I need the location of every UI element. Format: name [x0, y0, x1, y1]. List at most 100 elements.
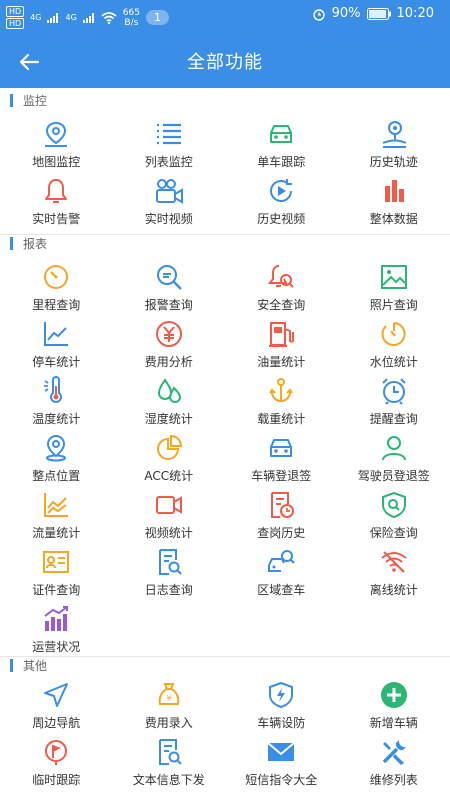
function-label: 离线统计 — [369, 583, 418, 597]
function-label: 视频统计 — [144, 526, 193, 540]
battery-percent: 90% — [331, 6, 361, 21]
function-item[interactable]: 流量统计 — [0, 487, 113, 544]
function-item[interactable]: 视频统计 — [113, 487, 226, 544]
function-item[interactable]: 离线统计 — [338, 544, 450, 601]
status-bar: HD HD 4G 4G 665 B/s 1 90% 10:20 — [0, 0, 450, 32]
function-label: 载重统计 — [257, 412, 306, 426]
bar-chart-icon — [384, 180, 404, 202]
function-item[interactable]: 油量统计 — [225, 316, 338, 373]
thermometer-icon — [44, 376, 63, 403]
function-label: 保险查询 — [369, 526, 418, 540]
function-item[interactable]: 费用分析 — [113, 316, 226, 373]
function-label: 查岗历史 — [257, 526, 306, 540]
battery-icon — [366, 7, 391, 20]
function-item[interactable]: 历史视频 — [225, 173, 338, 230]
function-item[interactable]: 周边导航 — [0, 677, 113, 734]
doc-search-icon — [158, 739, 182, 765]
anchor-icon — [269, 378, 294, 402]
function-item[interactable]: 水位统计 — [338, 316, 450, 373]
function-label: 文本信息下发 — [132, 773, 205, 787]
function-item[interactable]: 驾驶员登退签 — [338, 430, 450, 487]
function-item[interactable]: 报警查询 — [113, 259, 226, 316]
video-icon — [155, 496, 182, 514]
function-label: 温度统计 — [32, 412, 81, 426]
flag-pin-icon — [45, 740, 68, 765]
car-icon — [270, 439, 293, 457]
function-item[interactable]: 提醒查询 — [338, 373, 450, 430]
speed-indicator: 665 B/s — [123, 8, 140, 28]
network-type: 4G — [30, 13, 42, 22]
user-icon — [381, 436, 406, 461]
function-item[interactable]: 地图监控 — [0, 116, 113, 173]
function-item[interactable]: 整体数据 — [338, 173, 450, 230]
function-item[interactable]: 里程查询 — [0, 259, 113, 316]
search-icon — [156, 265, 182, 290]
function-label: 报警查询 — [144, 298, 193, 312]
function-item[interactable]: 查岗历史 — [225, 487, 338, 544]
function-label: 费用分析 — [144, 355, 193, 369]
bell-icon — [45, 179, 68, 203]
function-item[interactable]: 区域查车 — [225, 544, 338, 601]
speed-value: 665 — [122, 7, 140, 18]
notification-badge[interactable]: 1 — [145, 10, 169, 25]
function-item[interactable]: 车辆设防 — [225, 677, 338, 734]
function-label: 驾驶员登退签 — [357, 469, 430, 483]
function-item[interactable]: 证件查询 — [0, 544, 113, 601]
function-label: 车辆设防 — [257, 716, 306, 730]
function-item[interactable]: ACC统计 — [113, 430, 226, 487]
function-item[interactable]: 温度统计 — [0, 373, 113, 430]
function-item[interactable]: 短信指令大全 — [225, 734, 338, 791]
function-item[interactable]: 列表监控 — [113, 116, 226, 173]
line-chart-icon — [44, 322, 69, 346]
function-item[interactable]: 单车跟踪 — [225, 116, 338, 173]
alarm-clock-icon — [312, 8, 325, 21]
function-label: 里程查询 — [32, 298, 81, 312]
function-item[interactable]: 车辆登退签 — [225, 430, 338, 487]
function-item[interactable]: 实时告警 — [0, 173, 113, 230]
signal-icon — [82, 12, 95, 23]
function-label: 湿度统计 — [144, 412, 193, 426]
function-item[interactable]: 安全查询 — [225, 259, 338, 316]
function-list: 监控 地图监控 列表监控 单车跟踪 历史轨迹 实时告警 实时视频 历史视频 整体数据 报表 里… — [0, 88, 450, 800]
mail-icon — [267, 742, 295, 761]
function-label: 列表监控 — [144, 155, 193, 169]
function-item[interactable]: 临时跟踪 — [0, 734, 113, 791]
function-item[interactable]: 整点位置 — [0, 430, 113, 487]
network-type: 4G — [65, 13, 77, 22]
plus-circle-icon — [380, 682, 407, 708]
function-item[interactable]: 保险查询 — [338, 487, 450, 544]
growth-icon — [44, 606, 69, 631]
function-item[interactable]: 日志查询 — [113, 544, 226, 601]
function-label: ACC统计 — [144, 469, 194, 483]
function-label: 维修列表 — [369, 773, 418, 787]
function-item[interactable]: 湿度统计 — [113, 373, 226, 430]
function-item[interactable]: 新增车辆 — [338, 677, 450, 734]
function-grid: 周边导航 ¥ 费用录入 车辆设防 新增车辆临时跟踪 文本信息下发 短信指令大全 维修列表 — [0, 677, 450, 791]
function-item[interactable]: 文本信息下发 — [113, 734, 226, 791]
pie-icon — [156, 434, 182, 460]
function-label: 实时视频 — [144, 212, 193, 226]
drops-icon — [157, 378, 181, 403]
svg-text:¥: ¥ — [166, 694, 171, 703]
function-item[interactable]: 历史轨迹 — [338, 116, 450, 173]
doc-search-icon — [158, 549, 182, 575]
function-label: 实时告警 — [32, 212, 81, 226]
function-label: 整体数据 — [369, 212, 418, 226]
doc-clock-icon — [271, 492, 295, 518]
function-label: 运营状况 — [32, 640, 81, 654]
section-title: 监控 — [10, 92, 47, 108]
clock: 10:20 — [396, 6, 434, 21]
function-label: 历史轨迹 — [369, 155, 418, 169]
function-item[interactable]: ¥ 费用录入 — [113, 677, 226, 734]
function-item[interactable]: 运营状况 — [0, 601, 113, 658]
hd-badge: HD — [6, 18, 25, 29]
function-item[interactable]: 停车统计 — [0, 316, 113, 373]
function-item[interactable]: 维修列表 — [338, 734, 450, 791]
function-item[interactable]: 实时视频 — [113, 173, 226, 230]
function-item[interactable]: 载重统计 — [225, 373, 338, 430]
divider — [0, 234, 450, 235]
signal-icon — [47, 12, 59, 23]
alarm-icon — [382, 378, 406, 405]
function-item[interactable]: 照片查询 — [338, 259, 450, 316]
function-label: 照片查询 — [369, 298, 418, 312]
